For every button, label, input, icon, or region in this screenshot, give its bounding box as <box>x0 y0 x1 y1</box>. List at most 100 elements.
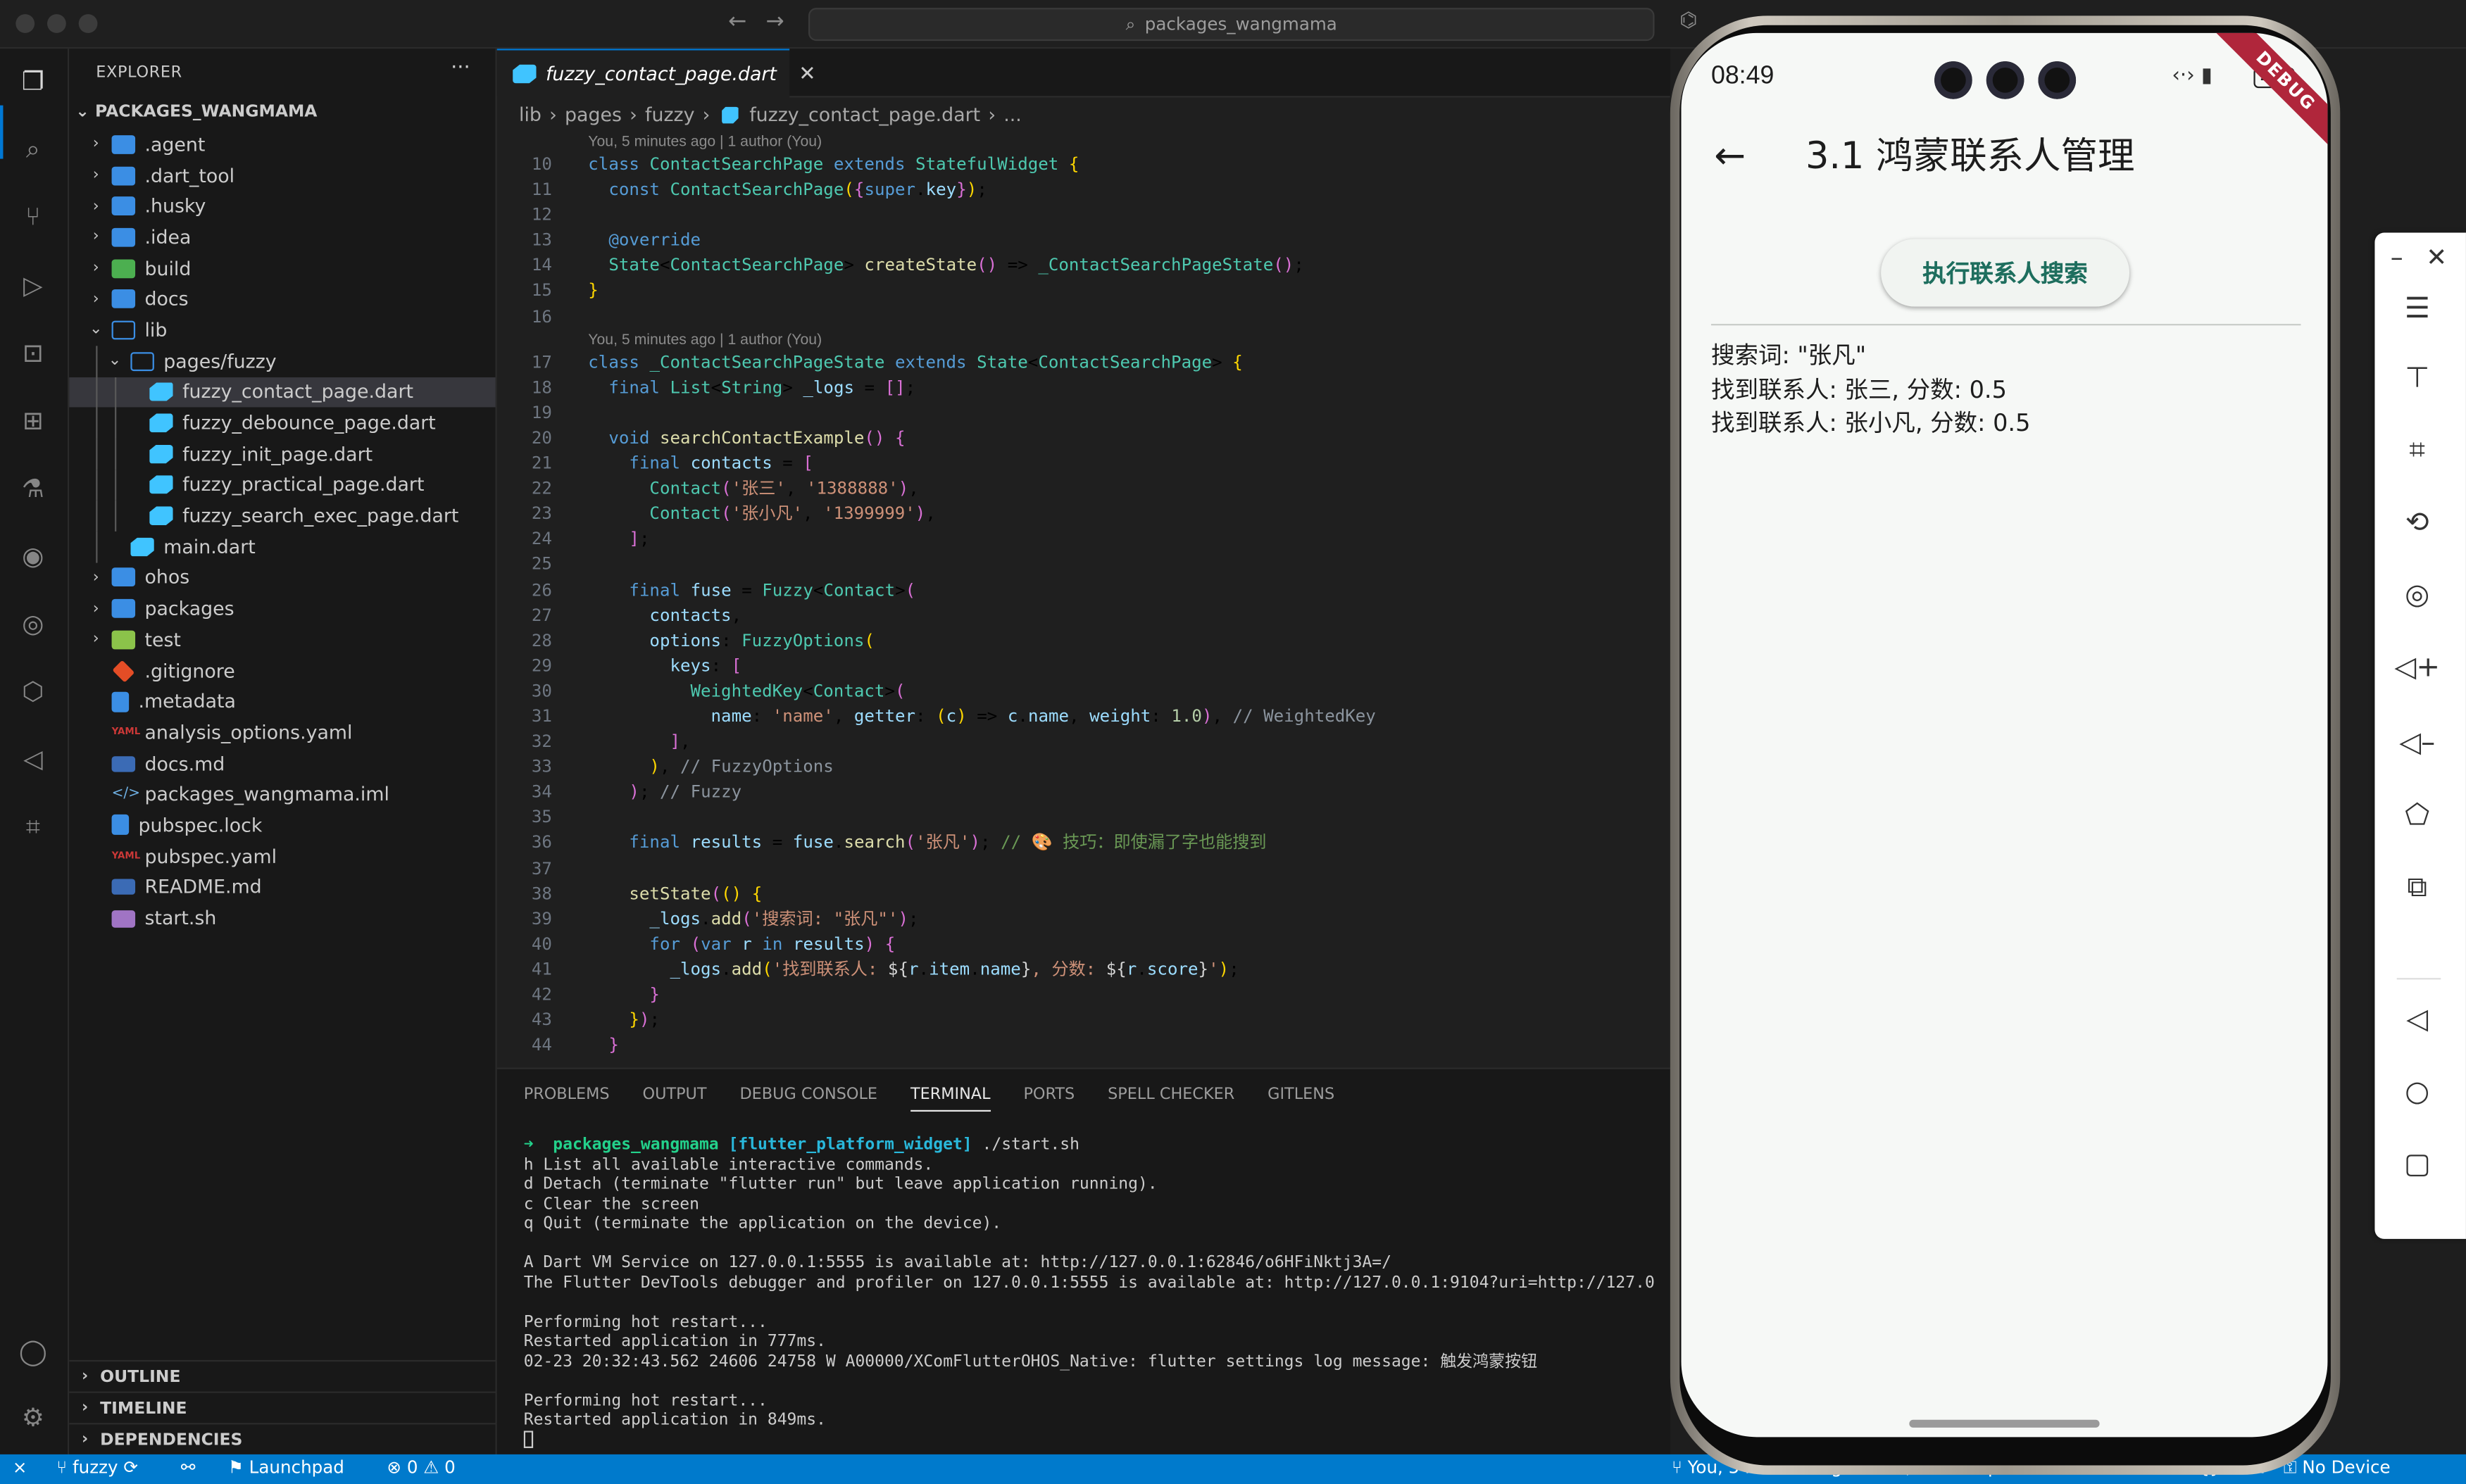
tree-item[interactable]: › ohos <box>69 562 495 593</box>
copilot-icon[interactable]: ⌬ <box>1679 9 1697 33</box>
tree-item[interactable]: README.md <box>69 872 495 903</box>
indent-guide <box>96 469 98 501</box>
nav-home-icon[interactable]: ○ <box>2374 1076 2460 1109</box>
codelens[interactable]: You, 5 minutes ago | 1 author (You) <box>497 329 1670 350</box>
tab-fuzzy-contact-page[interactable]: fuzzy_contact_page.dart ✕ <box>496 49 816 98</box>
code-editor[interactable]: You, 5 minutes ago | 1 author (You) 10 cl… <box>497 132 1670 1059</box>
terminal-output[interactable]: ➜ packages_wangmama [flutter_platform_wi… <box>523 1136 1664 1450</box>
pin-off-icon[interactable]: ⊤ <box>2374 362 2460 395</box>
back-arrow-icon[interactable]: ← <box>1714 134 1746 178</box>
nav-back-icon[interactable]: ◁ <box>2374 1003 2460 1036</box>
device-status[interactable]: ⚿ No Device <box>2284 1457 2391 1479</box>
tree-item[interactable]: YAML analysis_options.yaml <box>69 717 495 748</box>
fold-icon[interactable]: ⬠ <box>2374 799 2460 832</box>
forward-arrow-icon[interactable]: → <box>766 9 784 34</box>
tree-item[interactable]: .gitignore <box>69 655 495 686</box>
containers-icon[interactable]: ⬡ <box>15 674 50 709</box>
tab-spell-checker[interactable]: SPELL CHECKER <box>1108 1086 1234 1112</box>
minimize-window-button[interactable] <box>47 14 66 33</box>
tab-terminal[interactable]: TERMINAL <box>910 1086 991 1112</box>
close-tab-icon[interactable]: ✕ <box>799 62 815 86</box>
tree-item[interactable]: › .agent <box>69 129 495 160</box>
tree-item[interactable]: ⌄ lib <box>69 315 495 346</box>
timeline-section[interactable]: › TIMELINE <box>69 1391 496 1423</box>
volume-up-icon[interactable]: ◁+ <box>2374 651 2460 684</box>
tree-item[interactable]: docs.md <box>69 748 495 779</box>
terminal-line: 02-23 20:32:43.562 24606 24758 W A00000/… <box>523 1351 1538 1371</box>
tree-item[interactable]: fuzzy_init_page.dart <box>69 438 495 470</box>
tree-item-label: .husky <box>144 195 206 218</box>
home-indicator[interactable] <box>1909 1419 2100 1428</box>
breadcrumb-item[interactable]: pages <box>565 103 622 125</box>
git-graph-icon[interactable]: ◎ <box>15 607 50 641</box>
codelens[interactable]: You, 5 minutes ago | 1 author (You) <box>497 132 1670 153</box>
branch-status[interactable]: ⑂ fuzzy ⟳ <box>56 1457 138 1478</box>
breadcrumb-item[interactable]: fuzzy_contact_page.dart <box>749 103 980 125</box>
tree-item[interactable]: fuzzy_practical_page.dart <box>69 469 495 501</box>
git-graph-status-icon[interactable]: ⚯ <box>181 1457 196 1478</box>
inspector-icon[interactable]: ⌗ <box>15 810 50 844</box>
launchpad-status[interactable]: ⚑ Launchpad <box>228 1457 344 1478</box>
gitlens-icon[interactable]: ◉ <box>15 539 50 574</box>
maximize-window-button[interactable] <box>78 14 98 33</box>
remote-indicator-icon[interactable]: ⨯ <box>13 1457 27 1478</box>
crop-icon[interactable]: ⌗ <box>2374 434 2460 467</box>
camera-icon <box>1934 61 1972 99</box>
close-window-button[interactable] <box>15 14 35 33</box>
more-actions-icon[interactable]: ··· <box>451 56 470 80</box>
workspace-root[interactable]: ⌄ PACKAGES_WANGMAMA <box>75 102 317 121</box>
tree-item[interactable]: fuzzy_contact_page.dart <box>69 376 496 408</box>
outline-section[interactable]: › OUTLINE <box>69 1359 496 1392</box>
dependencies-section[interactable]: › DEPENDENCIES <box>69 1423 496 1454</box>
tree-item[interactable]: ⌄ pages/fuzzy <box>69 345 495 377</box>
tab-output[interactable]: OUTPUT <box>643 1086 707 1112</box>
back-arrow-icon[interactable]: ← <box>728 9 746 34</box>
explorer-icon[interactable]: ❐ <box>15 65 50 99</box>
indent-guide <box>96 376 98 408</box>
close-emulator-icon[interactable]: ✕ <box>2374 242 2460 272</box>
tree-item-label: docs <box>144 288 189 310</box>
tab-ports[interactable]: PORTS <box>1023 1086 1075 1112</box>
breadcrumb-item[interactable]: lib <box>519 103 542 125</box>
remote-explorer-icon[interactable]: ⊡ <box>15 337 50 371</box>
breadcrumb-item[interactable]: fuzzy <box>645 103 694 125</box>
tab-problems[interactable]: PROBLEMS <box>524 1086 610 1112</box>
volume-down-icon[interactable]: ◁– <box>2374 727 2460 760</box>
tree-item[interactable]: › .husky <box>69 191 495 222</box>
extensions-icon[interactable]: ⊞ <box>15 404 50 439</box>
tab-gitlens[interactable]: GITLENS <box>1268 1086 1334 1112</box>
tree-item[interactable]: YAML pubspec.yaml <box>69 841 495 872</box>
tree-item[interactable]: › test <box>69 624 495 655</box>
settings-gear-icon[interactable]: ⚙ <box>15 1401 50 1435</box>
testing-icon[interactable]: ⚗ <box>15 472 50 506</box>
tree-item[interactable]: fuzzy_debounce_page.dart <box>69 407 495 439</box>
command-center-search[interactable]: ⌕ packages_wangmama <box>808 8 1655 42</box>
flutter-icon[interactable]: ◁ <box>15 742 50 776</box>
tree-item[interactable]: › packages <box>69 593 495 624</box>
breadcrumb-item[interactable]: ... <box>1003 103 1022 125</box>
tree-item[interactable]: .metadata <box>69 686 495 717</box>
search-icon[interactable]: ⌕ <box>15 132 50 167</box>
problems-status[interactable]: ⊗ 0 ⚠ 0 <box>387 1457 455 1478</box>
tree-item[interactable]: › docs <box>69 284 495 315</box>
tree-item[interactable]: pubspec.lock <box>69 810 495 841</box>
tree-item[interactable]: start.sh <box>69 903 495 933</box>
rotate-icon[interactable]: ⟲ <box>2374 506 2460 539</box>
nav-recents-icon[interactable]: ▢ <box>2374 1147 2460 1181</box>
tree-item[interactable]: › .idea <box>69 222 495 253</box>
source-control-icon[interactable]: ⑂ <box>15 200 50 234</box>
menu-icon[interactable]: ☰ <box>2374 292 2460 325</box>
account-icon[interactable]: ◯ <box>15 1335 50 1369</box>
screenshot-icon[interactable]: ◎ <box>2374 579 2460 612</box>
tree-item[interactable]: › .dart_tool <box>69 160 495 191</box>
phone-screen[interactable]: 08:49 ‹·› ▮ 100 DEBUG ← 3.1 鸿蒙联系人管理 执行联系… <box>1681 32 2328 1438</box>
tree-item[interactable]: fuzzy_search_exec_page.dart <box>69 500 495 532</box>
tab-debug-console[interactable]: DEBUG CONSOLE <box>739 1086 877 1112</box>
multi-device-icon[interactable]: ⧉ <box>2374 871 2460 904</box>
search-contacts-button[interactable]: 执行联系人搜索 <box>1881 239 2130 307</box>
run-debug-icon[interactable]: ▷ <box>15 269 50 303</box>
tree-item[interactable]: </> packages_wangmama.iml <box>69 779 495 810</box>
tree-item[interactable]: › build <box>69 253 495 284</box>
tree-item[interactable]: main.dart <box>69 531 495 562</box>
